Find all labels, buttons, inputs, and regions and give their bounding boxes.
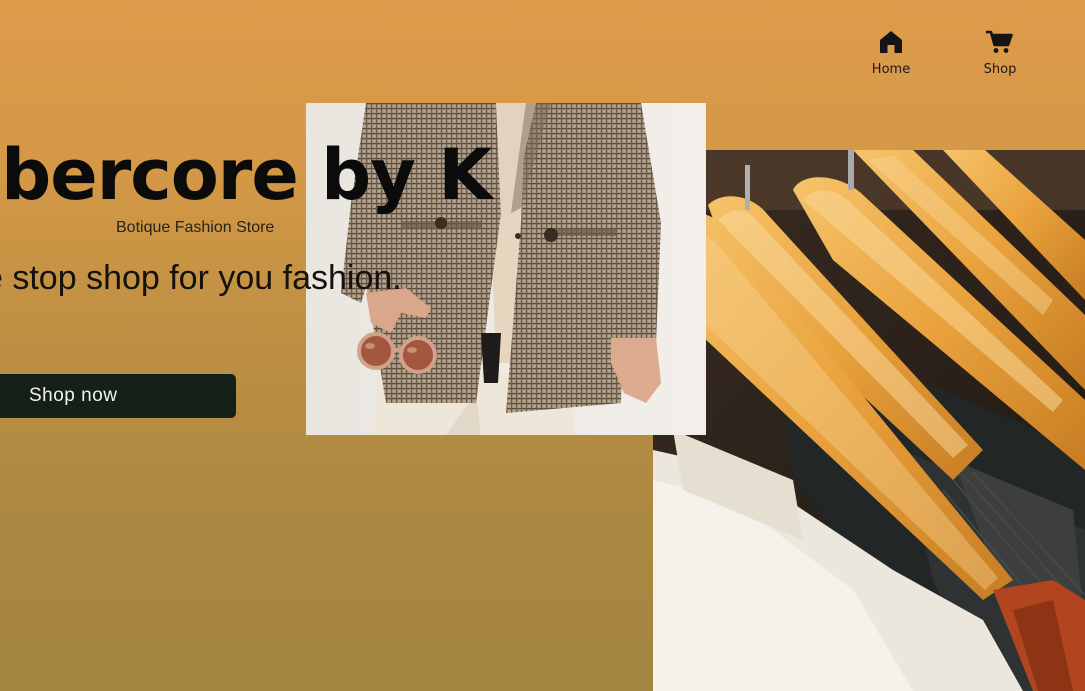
hero-tagline: e stop shop for you fashion. [0, 259, 402, 297]
cart-icon [986, 28, 1014, 56]
home-icon [877, 28, 905, 56]
nav-shop-label: Shop [983, 62, 1017, 77]
hero-subtitle: Botique Fashion Store [116, 219, 275, 236]
nav-home-link[interactable]: Home [856, 24, 926, 84]
hangers-photo [653, 150, 1085, 691]
top-nav: Home Shop [835, 24, 1085, 84]
shop-now-button[interactable]: Shop now [0, 374, 236, 418]
hero-title: bbercore by K [0, 134, 493, 216]
nav-home-label: Home [871, 62, 911, 77]
nav-shop-link[interactable]: Shop [965, 24, 1035, 84]
